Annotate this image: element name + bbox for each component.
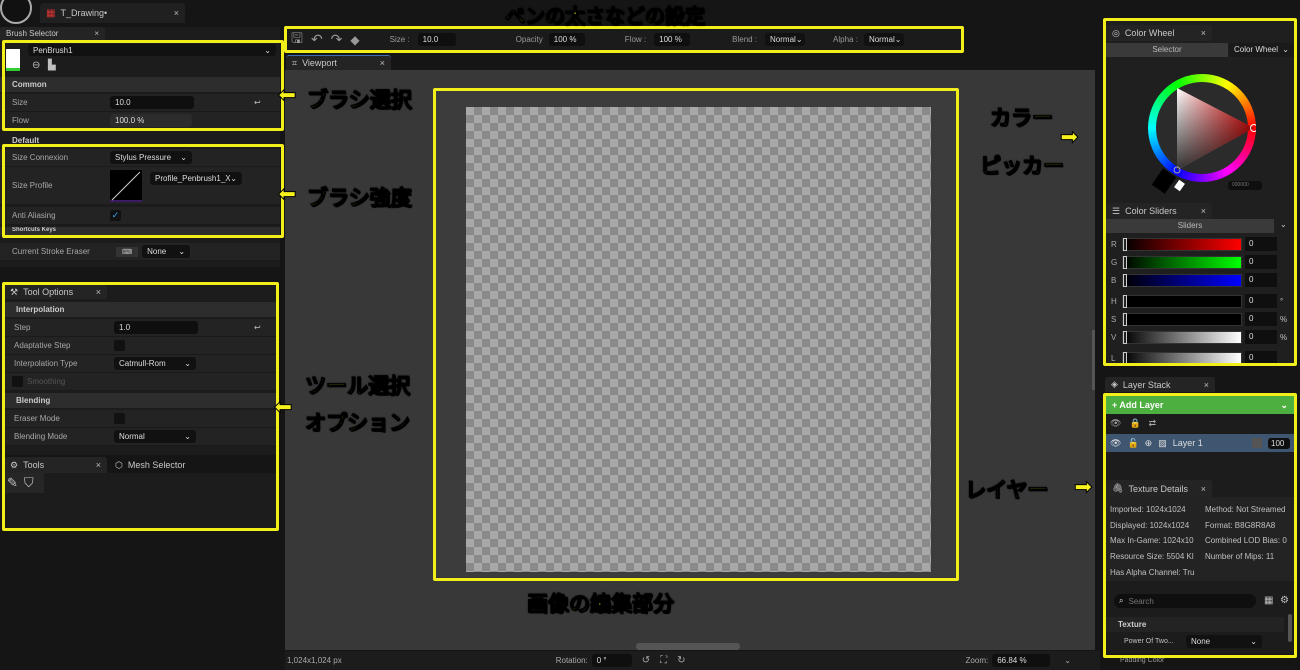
tab-layer-stack[interactable]: ◈ Layer Stack × [1105, 377, 1215, 392]
chevron-down-icon[interactable]: ⌄ [1064, 656, 1071, 665]
eraser-row: Current Stroke Eraser ⌨ None ⌄ [0, 243, 280, 261]
status-bar: 1,024x1,024 px Rotation: 0 ° ↺ ⛶ ↻ Zoom:… [285, 651, 1100, 670]
tab-viewport[interactable]: ⌗ Viewport × [286, 55, 391, 70]
rotate-right-icon[interactable]: ↻ [677, 655, 685, 666]
horizontal-scrollbar[interactable] [636, 643, 740, 650]
arrow-left-icon: ⬅ [277, 82, 297, 108]
annotation-tool-options-2: オプション [305, 411, 411, 436]
zoom-input[interactable]: 66.84 % [992, 654, 1051, 667]
highlight-toolbar [284, 26, 964, 53]
arrow-right-icon: ➡ [1059, 124, 1079, 150]
highlight-brush-select [2, 40, 284, 131]
zoom-label: Zoom: [965, 656, 989, 665]
viewport-icon: ⌗ [292, 57, 298, 68]
texture-icon: ▦ [46, 7, 56, 19]
layer-stack-icon: ◈ [1111, 379, 1118, 389]
close-icon[interactable]: × [174, 8, 179, 18]
annotation-color-picker-2: ピッカー [980, 154, 1065, 179]
document-tab[interactable]: ▦ T_Drawing• × [40, 3, 185, 23]
tab-brush-selector[interactable]: Brush Selector × [0, 27, 105, 40]
chevron-down-icon: ⌄ [178, 247, 186, 256]
fit-icon[interactable]: ⛶ [660, 655, 667, 666]
rotation-label: Rotation: [555, 656, 588, 665]
resolution-text: 1,024x1,024 px [287, 656, 342, 665]
tab-label: Viewport [302, 58, 337, 68]
vertical-scrollbar[interactable] [1092, 330, 1095, 390]
annotation-brush-strength: ブラシ強度 [307, 186, 413, 211]
close-icon[interactable]: × [1204, 380, 1209, 390]
padding-color-row: Padding Color [1120, 657, 1165, 664]
annotation-canvas: 画像の編集部分 [527, 592, 675, 617]
arrow-left-icon: ⬅ [277, 181, 297, 207]
rotate-left-icon[interactable]: ↺ [642, 655, 650, 666]
annotation-brush-select: ブラシ選択 [307, 88, 413, 113]
tab-label: Brush Selector [6, 29, 59, 38]
annotation-toolbar: ペンの太さなどの設定 [505, 4, 706, 29]
annotation-color-picker-1: カラー [990, 106, 1054, 131]
keyboard-icon[interactable]: ⌨ [116, 246, 139, 257]
highlight-layer [1103, 393, 1297, 658]
tab-label: Layer Stack [1122, 379, 1171, 390]
arrow-left-icon: ⬅ [273, 394, 293, 420]
eraser-label: Current Stroke Eraser [12, 247, 90, 256]
close-icon[interactable]: × [94, 29, 99, 38]
highlight-canvas [433, 88, 959, 581]
rotation-input[interactable]: 0 ° [591, 654, 632, 667]
arrow-right-icon: ➡ [1073, 474, 1093, 500]
highlight-brush-strength [2, 144, 284, 238]
annotation-layer: レイヤー [964, 478, 1049, 503]
annotation-tool-options-1: ツール選択 [305, 374, 411, 399]
value: None [147, 247, 167, 256]
eraser-dropdown[interactable]: None ⌄ [142, 245, 191, 258]
close-icon[interactable]: × [380, 58, 385, 68]
highlight-tool-options [2, 282, 279, 531]
document-title: T_Drawing• [60, 8, 108, 18]
highlight-color-picker [1103, 18, 1297, 366]
unreal-logo-icon[interactable] [0, 0, 32, 24]
